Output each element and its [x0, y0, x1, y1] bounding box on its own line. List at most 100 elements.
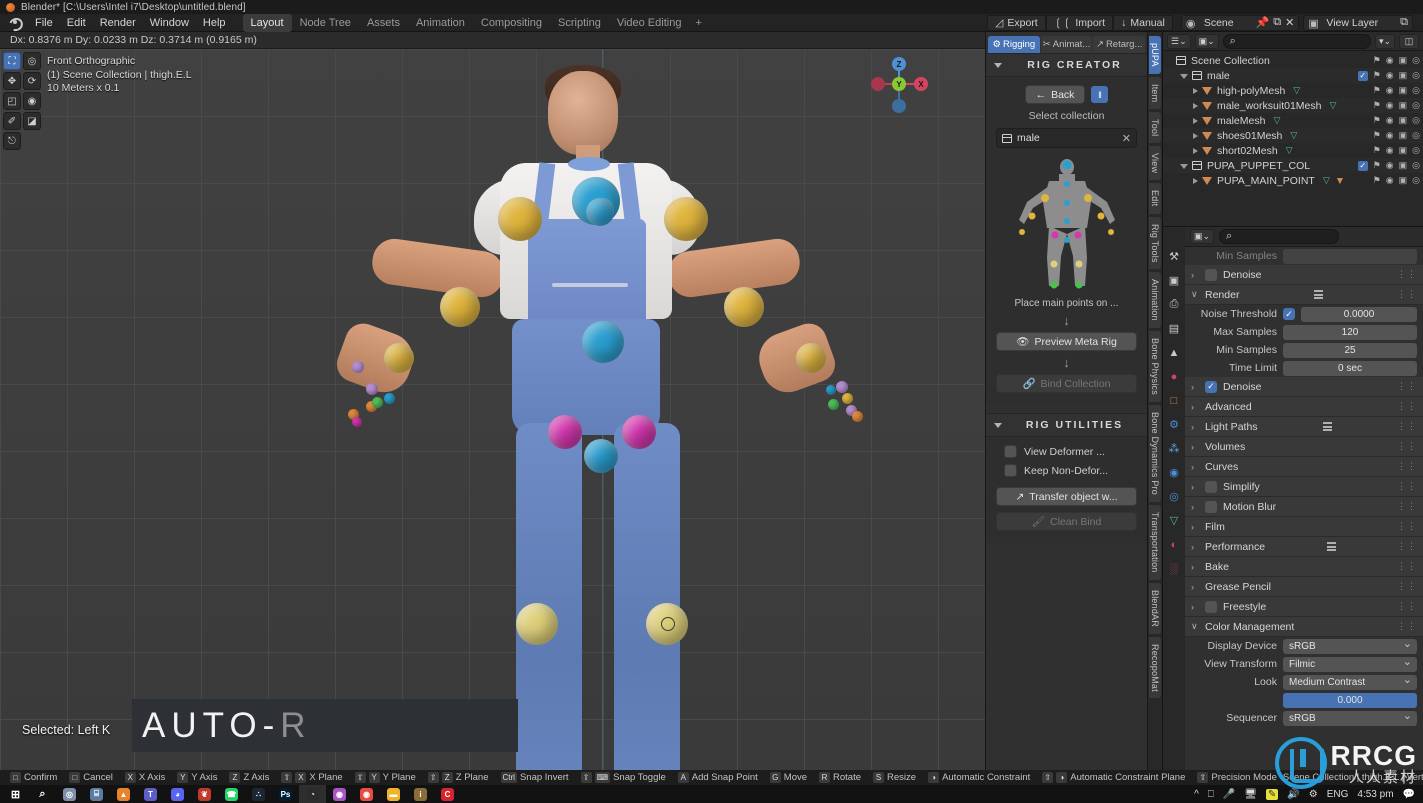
finger-point-11[interactable]: [842, 393, 853, 404]
export-button[interactable]: ◿ Export: [987, 14, 1046, 31]
panel-disclosure-icon[interactable]: ›: [1191, 382, 1199, 392]
properties-panel-volumes[interactable]: › Volumes ⋮⋮: [1185, 437, 1423, 457]
new-scene-icon[interactable]: ⧉: [1273, 16, 1281, 29]
tray-display-icon[interactable]: ⎕: [1208, 789, 1214, 800]
panel-disclosure-icon[interactable]: ∨: [1191, 621, 1199, 632]
property-value[interactable]: 0.0000: [1301, 306, 1417, 322]
property-field-row[interactable]: Time Limit 0 sec: [1185, 359, 1423, 377]
panel-drag-handle[interactable]: ⋮⋮: [1397, 289, 1417, 300]
panel-disclosure-icon[interactable]: ›: [1191, 542, 1199, 552]
taskbar-start-button[interactable]: ⊞: [2, 785, 29, 803]
property-select-row[interactable]: Sequencer sRGB: [1185, 709, 1423, 727]
manual-button[interactable]: ↓ Manual: [1113, 14, 1173, 31]
hide-viewport-icon[interactable]: ◉: [1386, 145, 1394, 156]
panel-disclosure-icon[interactable]: ›: [1191, 502, 1199, 512]
disable-viewport-icon[interactable]: ▣: [1399, 160, 1408, 171]
property-select-value[interactable]: sRGB: [1283, 709, 1417, 726]
disable-viewport-icon[interactable]: ▣: [1399, 145, 1408, 156]
disclosure-closed-icon[interactable]: [1193, 147, 1198, 154]
property-select-value[interactable]: Medium Contrast: [1283, 673, 1417, 690]
outliner-new-collection-button[interactable]: ◫: [1399, 33, 1419, 49]
disclosure-closed-icon[interactable]: [1193, 102, 1198, 109]
property-field-row[interactable]: Min Samples 25: [1185, 341, 1423, 359]
panel-drag-handle[interactable]: ⋮⋮: [1397, 581, 1417, 592]
properties-tab-column[interactable]: ⚒ ▣ ⎙ ▤ ▲ ● □ ⚙ ⁂ ◉ ◎ ▽ ◐ ░: [1163, 227, 1185, 770]
properties-panel-render[interactable]: ∨ Render ⋮⋮: [1185, 285, 1423, 305]
navigation-gizmo[interactable]: Z X Y: [870, 55, 928, 113]
taskbar-discord-icon[interactable]: ◕: [164, 785, 191, 803]
property-value[interactable]: [1283, 248, 1417, 264]
viewlayer-icon[interactable]: ▤: [1167, 321, 1182, 336]
outliner-row[interactable]: maleMesh ▽ ⚑ ◉ ▣ ◎: [1163, 113, 1423, 128]
shoulder-r-point[interactable]: [664, 197, 708, 241]
taskbar-search-icon[interactable]: ⌕: [29, 785, 56, 803]
properties-search-input[interactable]: ⌕: [1219, 229, 1340, 244]
gizmo-axis-x[interactable]: X: [914, 77, 928, 91]
clean-bind-button[interactable]: 🖌 Clean Bind: [996, 512, 1137, 531]
taskbar-info-icon[interactable]: i: [407, 785, 434, 803]
tray-notifications-icon[interactable]: 💬: [1403, 789, 1415, 800]
disclosure-closed-icon[interactable]: [1193, 117, 1198, 124]
finger-point-9[interactable]: [828, 399, 839, 410]
gizmo-axis-neg-x[interactable]: [871, 77, 885, 91]
preset-list-icon[interactable]: [1326, 542, 1336, 551]
disable-viewport-icon[interactable]: ▣: [1399, 115, 1408, 126]
panel-disclosure-icon[interactable]: ›: [1191, 442, 1199, 452]
panel-checkbox[interactable]: [1205, 500, 1217, 513]
properties-panel-light-paths[interactable]: › Light Paths ⋮⋮: [1185, 417, 1423, 437]
panel-checkbox[interactable]: ✓: [1205, 380, 1217, 393]
disable-viewport-icon[interactable]: ▣: [1399, 55, 1408, 66]
mesh-data-icon[interactable]: ▽: [1273, 115, 1280, 126]
delete-scene-icon[interactable]: ✕: [1285, 16, 1294, 29]
panel-drag-handle[interactable]: ⋮⋮: [1397, 601, 1417, 612]
outliner-row[interactable]: shoes01Mesh ▽ ⚑ ◉ ▣ ◎: [1163, 128, 1423, 143]
chest-point[interactable]: [586, 198, 614, 226]
material-icon[interactable]: ◐: [1167, 537, 1182, 552]
panel-checkbox[interactable]: [1205, 600, 1217, 613]
preset-list-icon[interactable]: [1322, 422, 1332, 431]
properties-panel-list[interactable]: Min Samples › Denoise ⋮⋮ ∨ Render ⋮⋮ Noise Thre…: [1185, 247, 1423, 770]
disable-viewport-icon[interactable]: ▣: [1399, 100, 1408, 111]
tab-retarget[interactable]: ↗ Retarg...: [1093, 36, 1146, 53]
properties-panel-motion-blur[interactable]: › Motion Blur ⋮⋮: [1185, 497, 1423, 517]
mesh-data-icon[interactable]: ▽: [1329, 100, 1336, 111]
panel-disclosure-icon[interactable]: ›: [1191, 562, 1199, 572]
selectable-icon[interactable]: ⚑: [1373, 70, 1381, 81]
world-icon[interactable]: ●: [1167, 369, 1182, 384]
mesh-data-icon[interactable]: ▽: [1323, 175, 1330, 186]
preview-meta-rig-button[interactable]: 👁 Preview Meta Rig: [996, 332, 1137, 351]
viewport-region-tabs[interactable]: pUPA Item Tool View Edit Rig Tools Animation Bo…: [1147, 32, 1162, 770]
rig-creator-header[interactable]: RIG CREATOR: [986, 53, 1147, 77]
tray-mic-icon[interactable]: 🎤: [1223, 789, 1235, 800]
wrist-l-point[interactable]: [384, 343, 414, 373]
keep-non-deform-checkbox[interactable]: [1004, 464, 1017, 477]
panel-disclosure-icon[interactable]: ›: [1191, 522, 1199, 532]
output-icon[interactable]: ⎙: [1167, 297, 1182, 312]
annotate-tool[interactable]: ✐: [3, 112, 21, 130]
taskbar-chrome-icon[interactable]: ◉: [353, 785, 380, 803]
rotate-tool[interactable]: ⟳: [23, 72, 41, 90]
rig-utilities-header[interactable]: RIG UTILITIES: [986, 413, 1147, 437]
outliner-filter-button[interactable]: ▾⌄: [1374, 33, 1395, 49]
property-select-row[interactable]: View Transform Filmic: [1185, 655, 1423, 673]
region-tab-blendar[interactable]: BlendAR: [1149, 582, 1161, 634]
taskbar-editor-icon[interactable]: C: [434, 785, 461, 803]
panel-disclosure-icon[interactable]: ›: [1191, 582, 1199, 592]
property-field-row[interactable]: Noise Threshold ✓ 0.0000: [1185, 305, 1423, 323]
disable-render-icon[interactable]: ◎: [1412, 85, 1420, 96]
region-tab-bone-physics[interactable]: Bone Physics: [1149, 331, 1161, 403]
disclosure-closed-icon[interactable]: [1193, 177, 1198, 184]
spine-point[interactable]: [582, 321, 624, 363]
region-tab-item[interactable]: Item: [1149, 76, 1161, 109]
properties-panel-freestyle[interactable]: › Freestyle ⋮⋮: [1185, 597, 1423, 617]
hide-viewport-icon[interactable]: ◉: [1386, 175, 1394, 186]
outliner-row[interactable]: PUPA_PUPPET_COL ✓ ⚑ ◉ ▣ ◎: [1163, 158, 1423, 173]
region-tab-transportation[interactable]: Transportation: [1149, 505, 1161, 580]
outliner-row[interactable]: high-polyMesh ▽ ⚑ ◉ ▣ ◎: [1163, 83, 1423, 98]
panel-drag-handle[interactable]: ⋮⋮: [1397, 501, 1417, 512]
hide-viewport-icon[interactable]: ◉: [1386, 115, 1394, 126]
disable-viewport-icon[interactable]: ▣: [1399, 175, 1408, 186]
menu-file[interactable]: File: [28, 15, 60, 31]
panel-drag-handle[interactable]: ⋮⋮: [1397, 461, 1417, 472]
selectable-icon[interactable]: ⚑: [1373, 85, 1381, 96]
